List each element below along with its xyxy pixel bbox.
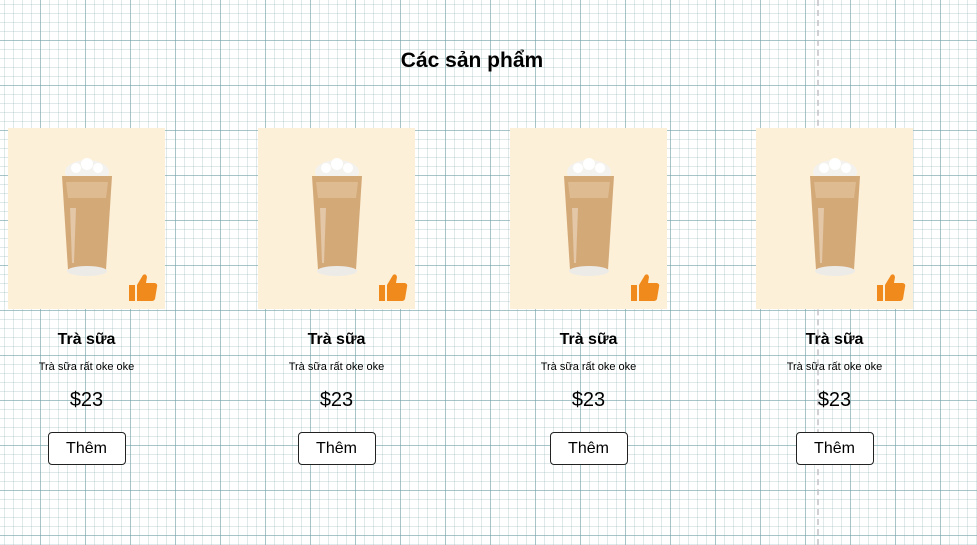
product-name: Trà sữa [805, 331, 864, 348]
product-card: Trà sữa Trà sữa rất oke oke $23 Thêm [756, 128, 913, 465]
product-card: Trà sữa Trà sữa rất oke oke $23 Thêm [510, 128, 667, 465]
product-description: Trà sữa rất oke oke [786, 361, 883, 373]
product-price: $23 [319, 389, 354, 411]
thumbs-up-icon [877, 274, 906, 301]
thumbs-up-icon [379, 274, 408, 301]
product-name: Trà sữa [307, 331, 366, 348]
iced-milk-tea-icon [564, 158, 614, 276]
iced-milk-tea-icon [810, 158, 860, 276]
iced-milk-tea-icon [312, 158, 362, 276]
add-button[interactable]: Thêm [795, 432, 874, 465]
product-price: $23 [571, 389, 606, 411]
thumbs-up-icon [129, 274, 158, 301]
product-description: Trà sữa rất oke oke [38, 361, 135, 373]
add-button[interactable]: Thêm [297, 432, 376, 465]
product-image [510, 128, 667, 309]
product-price: $23 [817, 389, 852, 411]
product-description: Trà sữa rất oke oke [540, 361, 637, 373]
product-name: Trà sữa [57, 331, 116, 348]
add-button[interactable]: Thêm [47, 432, 126, 465]
page-title: Các sản phẩm [400, 49, 544, 72]
product-name: Trà sữa [559, 331, 618, 348]
product-price: $23 [69, 389, 104, 411]
add-button[interactable]: Thêm [549, 432, 628, 465]
iced-milk-tea-icon [62, 158, 112, 276]
product-image [8, 128, 165, 309]
product-description: Trà sữa rất oke oke [288, 361, 385, 373]
product-image [756, 128, 913, 309]
product-card: Trà sữa Trà sữa rất oke oke $23 Thêm [258, 128, 415, 465]
product-image [258, 128, 415, 309]
thumbs-up-icon [631, 274, 660, 301]
product-card: Trà sữa Trà sữa rất oke oke $23 Thêm [8, 128, 165, 465]
